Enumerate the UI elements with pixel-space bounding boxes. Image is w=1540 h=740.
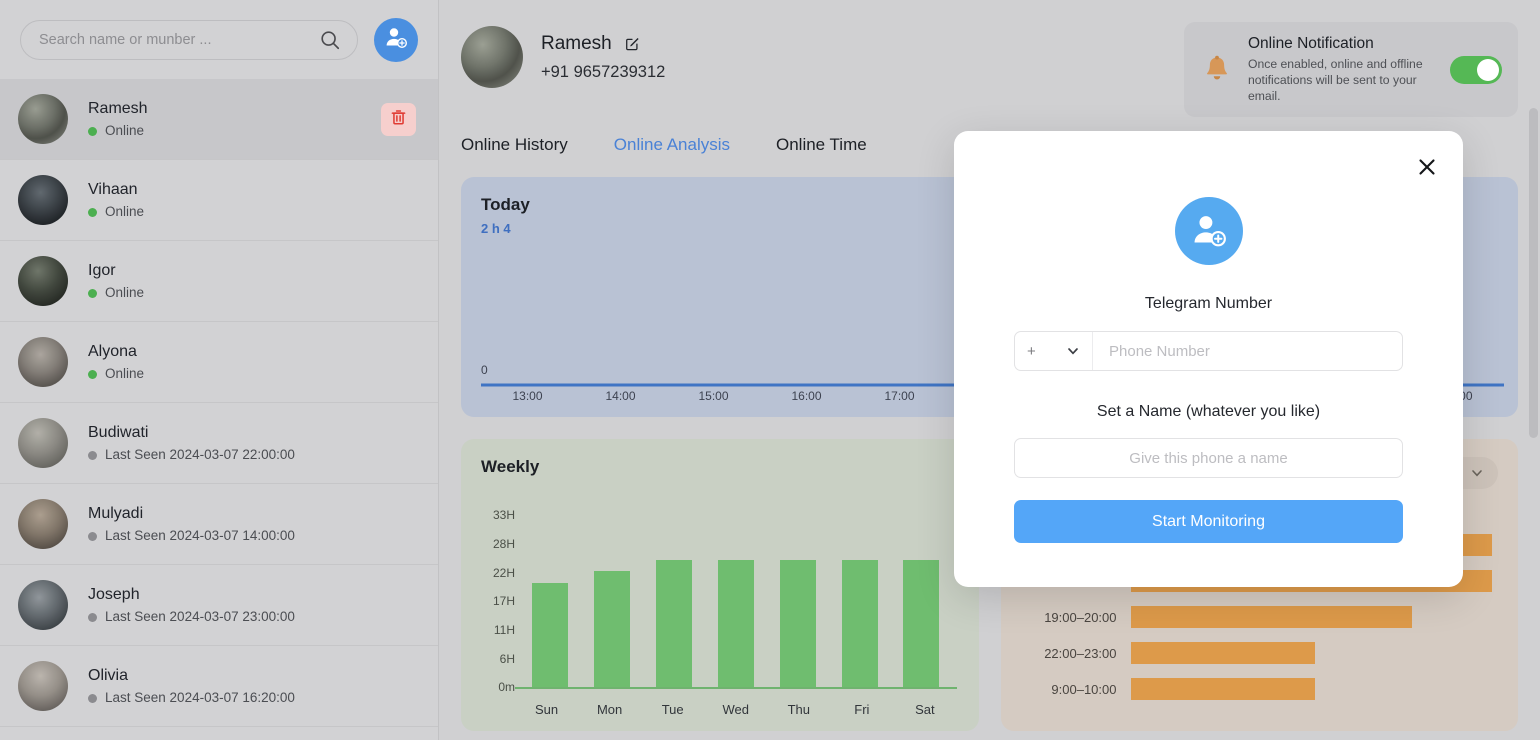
search-input[interactable] [39,31,319,48]
offline-status-dot [88,693,97,703]
avatar [18,661,68,711]
contact-name: Alyona [88,342,137,360]
modal-overlay: Telegram Number + Set a Name (whatever y… [439,0,1540,740]
contact-info: Mulyadi Last Seen 2024-03-07 14:00:00 [88,504,416,544]
add-user-icon [383,25,409,54]
contact-row[interactable]: Vihaan Online [0,160,438,241]
contact-status-text: Online [105,285,145,300]
contact-info: Budiwati Last Seen 2024-03-07 22:00:00 [88,423,416,463]
contact-name: Olivia [88,666,129,684]
contact-name: Budiwati [88,423,149,441]
main-panel: Ramesh +91 9657239312 Online Notificatio… [439,0,1540,740]
contact-status: Online [88,366,416,382]
contact-info: Vihaan Online [88,180,416,220]
contact-info: Joseph Last Seen 2024-03-07 23:00:00 [88,585,416,625]
trash-icon [389,108,408,130]
contact-status-text: Online [105,366,145,381]
phone-number-input[interactable] [1093,332,1402,370]
contact-row[interactable]: Joseph Last Seen 2024-03-07 23:00:00 [0,565,438,646]
contact-list[interactable]: Ramesh Online Vihaan Online Igor Online Alyona… [0,79,438,740]
add-telegram-number-modal: Telegram Number + Set a Name (whatever y… [954,131,1463,587]
close-icon[interactable] [1413,153,1441,181]
contact-status-text: Last Seen 2024-03-07 22:00:00 [105,447,295,462]
contact-row[interactable]: Mulyadi Last Seen 2024-03-07 14:00:00 [0,484,438,565]
avatar [18,499,68,549]
app-root: RameshOnlineVihaanOnlineIgorOnlineAlyona… [0,0,1540,740]
add-user-button[interactable] [374,17,418,62]
chevron-down-icon [1066,344,1080,358]
contact-info: Olivia Last Seen 2024-03-07 16:20:00 [88,666,416,706]
contact-status-text: Online [105,204,145,219]
contact-status: Last Seen 2024-03-07 14:00:00 [88,528,416,544]
contact-row[interactable]: Olivia Last Seen 2024-03-07 16:20:00 [0,646,438,727]
contact-row[interactable]: Alyona Online [0,322,438,403]
online-status-dot [88,207,97,217]
phone-name-input[interactable] [1014,438,1403,478]
start-monitoring-button[interactable]: Start Monitoring [1014,500,1403,543]
contact-info: Igor Online [88,261,416,301]
online-status-dot [88,369,97,379]
avatar [18,94,68,144]
search-icon [319,29,341,51]
avatar [18,337,68,387]
contact-name: Igor [88,261,116,279]
contact-row[interactable]: Igor Online [0,241,438,322]
contact-status-text: Online [105,123,145,138]
contact-status: Online [88,204,416,220]
online-status-dot [88,288,97,298]
delete-contact-button[interactable] [381,102,416,136]
contact-status: Last Seen 2024-03-07 23:00:00 [88,609,416,625]
contact-name: Joseph [88,585,140,603]
modal-add-user-icon [1174,197,1243,265]
contact-name: Mulyadi [88,504,144,522]
contact-info: Alyona Online [88,342,416,382]
telegram-number-label: Telegram Number [1144,295,1273,312]
avatar [18,418,68,468]
contact-status-text: Last Seen 2024-03-07 14:00:00 [105,528,295,543]
online-status-dot [88,126,97,136]
offline-status-dot [88,531,97,541]
avatar [18,256,68,306]
contacts-sidebar: RameshOnlineVihaanOnlineIgorOnlineAlyona… [0,0,439,740]
contact-name: Ramesh [88,99,148,117]
contact-row[interactable]: Budiwati Last Seen 2024-03-07 22:00:00 [0,403,438,484]
phone-input-group: + [1014,331,1403,371]
contact-status: Last Seen 2024-03-07 16:20:00 [88,690,416,706]
offline-status-dot [88,450,97,460]
avatar [18,175,68,225]
country-code-prefix: + [1027,342,1036,360]
country-code-select[interactable]: + [1015,332,1093,370]
set-name-label: Set a Name (whatever you like) [1096,403,1321,420]
avatar [18,580,68,630]
contact-status: Online [88,123,381,139]
sidebar-search-row [0,0,438,79]
contact-row[interactable]: Ramesh Online [0,79,438,160]
contact-status: Online [88,285,416,301]
contact-info: Ramesh Online [88,99,381,139]
contact-status-text: Last Seen 2024-03-07 16:20:00 [105,690,295,705]
contact-status-text: Last Seen 2024-03-07 23:00:00 [105,609,295,624]
contact-status: Last Seen 2024-03-07 22:00:00 [88,447,416,463]
contact-name: Vihaan [88,180,138,198]
search-box[interactable] [20,19,358,60]
offline-status-dot [88,612,97,622]
